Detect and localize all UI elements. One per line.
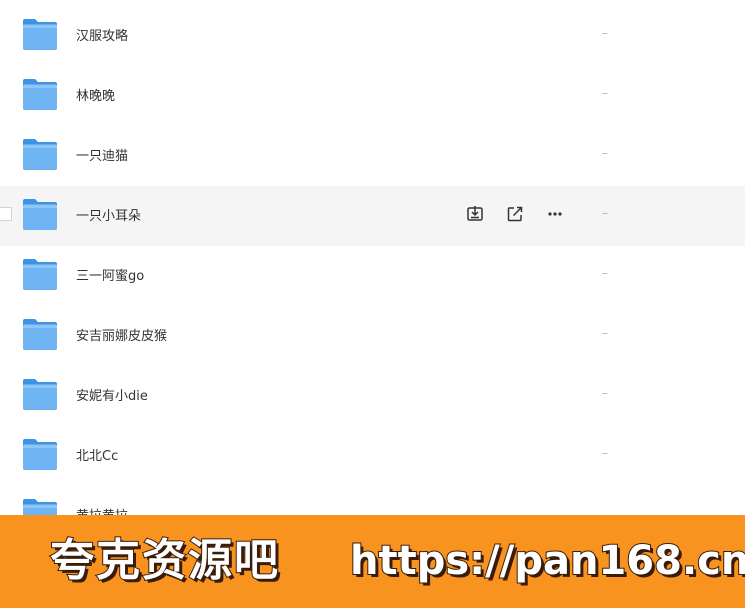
file-modified: – [602, 26, 608, 40]
row-actions [463, 202, 583, 226]
file-name[interactable]: 汉服攻略 [76, 25, 128, 44]
file-row[interactable]: 安吉丽娜皮皮猴 – [0, 306, 745, 366]
file-row[interactable]: 林晚晚 – [0, 66, 745, 126]
file-row[interactable]: 一只迪猫 – [0, 126, 745, 186]
file-modified: – [602, 206, 608, 220]
file-modified: – [602, 326, 608, 340]
download-icon[interactable] [463, 202, 487, 226]
file-row[interactable]: 三一阿蜜go – [0, 246, 745, 306]
file-modified: – [602, 386, 608, 400]
file-name[interactable]: 三一阿蜜go [76, 265, 144, 284]
folder-icon [22, 18, 58, 51]
file-name[interactable]: 安吉丽娜皮皮猴 [76, 325, 167, 344]
file-name[interactable]: 北北Cc [76, 445, 118, 464]
banner-site-name: 夸克资源吧 [49, 534, 280, 587]
file-modified: – [602, 446, 608, 460]
file-name[interactable]: 一只迪猫 [76, 145, 128, 164]
file-row[interactable]: 安妮有小die – [0, 366, 745, 426]
folder-icon [22, 138, 58, 171]
file-row[interactable]: 北北Cc – [0, 426, 745, 486]
file-name[interactable]: 林晚晚 [76, 85, 115, 104]
folder-icon [22, 78, 58, 111]
file-modified: – [602, 146, 608, 160]
folder-icon [22, 438, 58, 471]
file-name[interactable]: 一只小耳朵 [76, 205, 141, 224]
file-row[interactable]: 一只小耳朵 – [0, 186, 745, 246]
file-list: 汉服攻略 – 林晚晚 – 一只迪猫 – 一只小耳朵 – 三一阿蜜go – 安吉丽娜皮皮猴 –… [0, 6, 745, 546]
row-checkbox[interactable] [0, 207, 12, 221]
folder-icon [22, 378, 58, 411]
watermark-banner: 夸克资源吧 https://pan168.cn [0, 515, 745, 608]
folder-icon [22, 318, 58, 351]
folder-icon [22, 198, 58, 231]
banner-url: https://pan168.cn [349, 537, 745, 585]
file-modified: – [602, 86, 608, 100]
file-modified: – [602, 266, 608, 280]
folder-icon [22, 258, 58, 291]
file-name[interactable]: 安妮有小die [76, 385, 148, 404]
share-icon[interactable] [503, 202, 527, 226]
more-icon[interactable] [543, 202, 567, 226]
file-row[interactable]: 汉服攻略 – [0, 6, 745, 66]
